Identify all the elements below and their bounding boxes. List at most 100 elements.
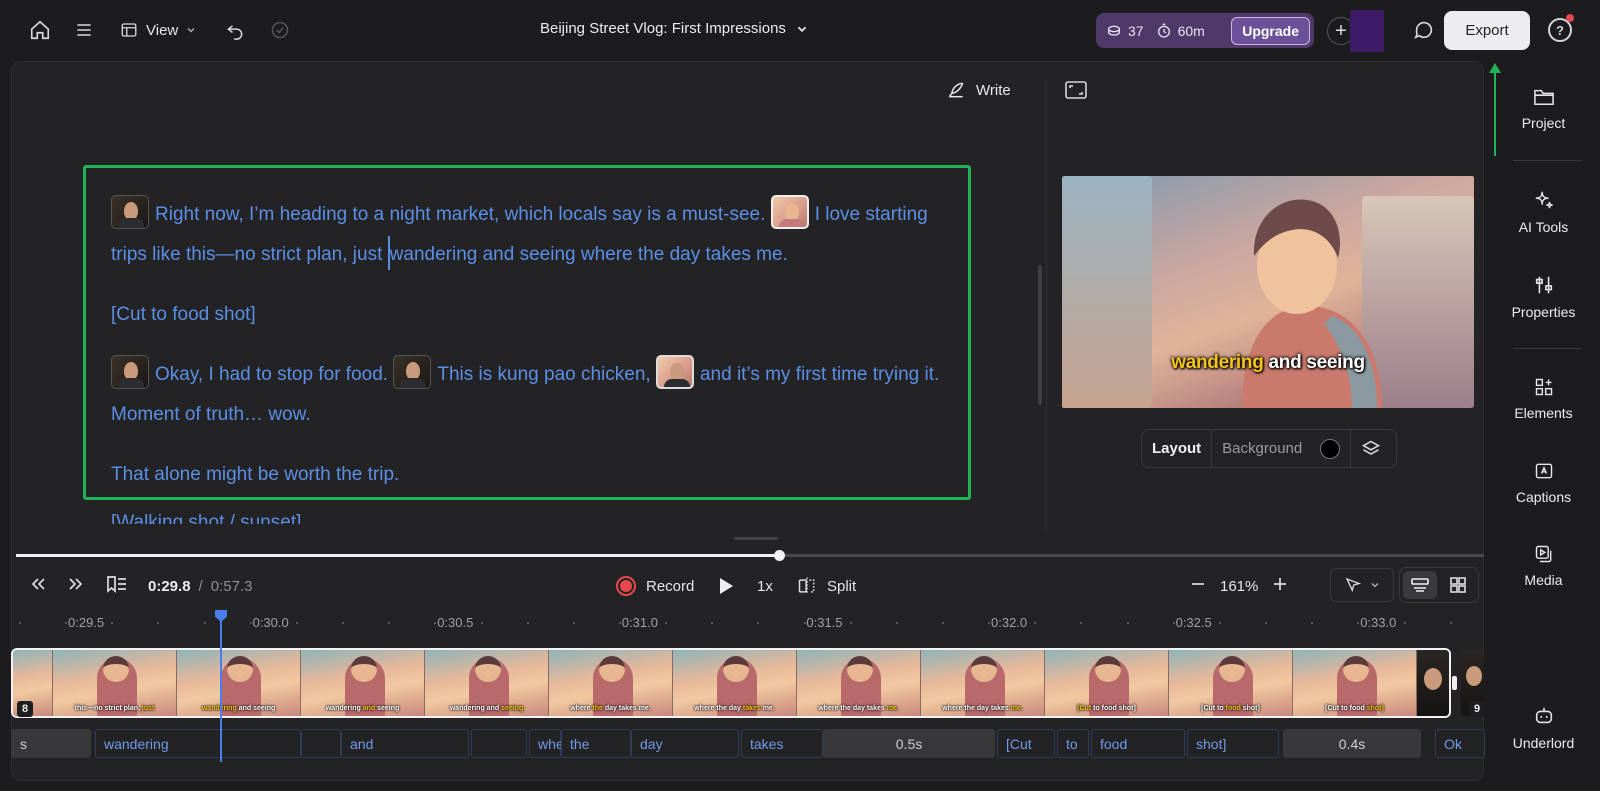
sidebar-item-underlord[interactable]: Underlord (1487, 705, 1600, 751)
layout-tab[interactable]: Layout (1142, 430, 1213, 467)
video-frame (1417, 650, 1449, 716)
export-button[interactable]: Export (1444, 11, 1530, 50)
zoom-out-icon[interactable] (1190, 576, 1206, 596)
notification-dot (1566, 14, 1574, 22)
ruler-minor-tick (1403, 622, 1406, 624)
layers-icon[interactable] (1351, 430, 1391, 467)
script-paragraph[interactable]: [Cut to food shot] (111, 295, 961, 335)
sidebar-item-media[interactable]: Media (1487, 544, 1600, 588)
project-title[interactable]: Beijing Street Vlog: First Impressions (540, 20, 808, 37)
timeline-ruler[interactable]: 0:29.5 0:30.0 0:30.5 0:31.0 0:31.5 0:32.0 0:32… (11, 612, 1484, 634)
undo-icon[interactable] (223, 18, 247, 42)
list-view-icon[interactable] (1403, 571, 1437, 599)
chapters-icon[interactable] (106, 575, 128, 597)
navigation-controls (30, 571, 128, 601)
word-chip[interactable]: food (1091, 729, 1185, 758)
script-text-run: That alone might be worth the trip. (111, 464, 400, 485)
silence-gap[interactable]: 0.4s (1283, 729, 1421, 758)
record-icon (616, 576, 636, 596)
zoom-in-icon[interactable] (1272, 576, 1288, 596)
word-chip[interactable]: and (341, 729, 469, 758)
time-separator: / (198, 577, 203, 595)
speed-button[interactable]: 1x (757, 571, 773, 601)
script-paragraph[interactable]: That alone might be worth the trip. (111, 455, 961, 495)
script-editor[interactable]: Right now, I’m heading to a night market… (111, 195, 961, 515)
menu-icon[interactable] (72, 18, 96, 42)
credits-panel: 37 60m Upgrade (1096, 13, 1314, 48)
clip-thumbnail[interactable] (393, 355, 432, 389)
record-button[interactable]: Record (616, 571, 694, 601)
word-chip[interactable]: s (11, 729, 91, 758)
ruler-tick-label: 0:33.0 (1360, 615, 1397, 630)
background-color-swatch[interactable] (1320, 438, 1341, 459)
clip-thumbnail[interactable] (770, 195, 809, 229)
plus-icon: + (1335, 19, 1347, 42)
sidebar-item-label: AI Tools (1518, 219, 1569, 235)
ruler-minor-tick (1080, 622, 1083, 624)
caption-rest: and seeing (1263, 352, 1366, 373)
write-button[interactable]: Write (946, 80, 1011, 100)
word-chip[interactable]: day (631, 729, 739, 758)
sidebar-item-ai-tools[interactable]: AI Tools (1487, 189, 1600, 235)
word-chip[interactable]: wandering (95, 729, 301, 758)
ruler-minor-tick (1265, 622, 1268, 624)
playhead[interactable] (220, 612, 222, 762)
video-frame: where the day takes me. (673, 650, 797, 716)
word-chip[interactable]: where (529, 729, 576, 758)
script-paragraph-partial[interactable]: [Walking shot / sunset] (111, 508, 411, 524)
clip-thumbnail[interactable] (111, 195, 149, 229)
video-frame: where the day takes me. (549, 650, 673, 716)
ruler-minor-tick (895, 622, 898, 624)
preview-caption: wandering and seeing (1062, 352, 1474, 374)
word-chip[interactable] (301, 729, 341, 758)
next-clip-icon[interactable] (68, 577, 84, 595)
script-paragraph[interactable]: Right now, I’m heading to a night market… (111, 195, 961, 275)
comments-icon[interactable] (1412, 18, 1436, 42)
sidebar-item-elements[interactable]: Elements (1487, 377, 1600, 421)
grid-view-icon[interactable] (1441, 571, 1475, 599)
video-clip-track[interactable]: this—no strict plan, just wandering and s… (11, 648, 1451, 718)
home-icon[interactable] (28, 18, 52, 42)
view-menu-button[interactable]: View (120, 17, 196, 43)
frame-caption: where the day takes me. (570, 705, 651, 712)
ruler-minor-tick (19, 622, 21, 624)
silence-gap[interactable]: 0.5s (823, 729, 995, 758)
selection-tool-dropdown[interactable] (1330, 568, 1394, 602)
clip-trim-handle[interactable] (1452, 676, 1457, 690)
robot-icon (1535, 707, 1552, 724)
word-chip[interactable]: [Cut (997, 729, 1055, 758)
ruler-minor-tick (1449, 622, 1452, 624)
fullscreen-icon[interactable] (1065, 81, 1087, 104)
previous-clip-icon[interactable] (30, 577, 46, 595)
clip-thumbnail[interactable] (655, 355, 694, 389)
avatar[interactable] (1350, 10, 1384, 52)
video-preview[interactable]: wandering and seeing (1062, 176, 1474, 408)
ruler-minor-tick (295, 622, 298, 624)
clip-thumbnail[interactable] (111, 355, 149, 389)
word-chip[interactable]: the (561, 729, 631, 758)
word-chip[interactable]: takes (741, 729, 823, 758)
word-chip[interactable]: shot] (1187, 729, 1279, 758)
word-chip[interactable] (471, 729, 527, 758)
sidebar-item-captions[interactable]: Captions (1487, 461, 1600, 505)
sidebar-item-properties[interactable]: Properties (1487, 274, 1600, 320)
upgrade-button[interactable]: Upgrade (1231, 16, 1310, 45)
play-button[interactable] (718, 571, 734, 601)
resize-handle[interactable] (734, 537, 778, 540)
timeline-progress-bar[interactable] (16, 550, 1484, 561)
frame-caption: [Cut to food shot] (1077, 705, 1136, 712)
sidebar-item-project[interactable]: Project (1487, 87, 1600, 131)
media-icon (1535, 545, 1551, 563)
clip-number-badge: 8 (17, 701, 33, 717)
ruler-tick-label: 0:30.0 (252, 615, 289, 630)
word-chip[interactable]: to (1057, 729, 1089, 758)
background-picker[interactable]: Background (1212, 430, 1352, 467)
record-label: Record (646, 577, 695, 595)
script-text-run: I love (814, 204, 861, 225)
script-paragraph[interactable]: Okay, I had to stop for food. This is ku… (111, 355, 961, 435)
panel-divider[interactable] (1046, 80, 1047, 530)
frame-caption: wandering and seeing (202, 705, 276, 712)
word-chip[interactable]: Ok (1435, 729, 1485, 758)
split-button[interactable]: Split (797, 571, 856, 601)
script-scrollbar[interactable] (1038, 265, 1042, 405)
